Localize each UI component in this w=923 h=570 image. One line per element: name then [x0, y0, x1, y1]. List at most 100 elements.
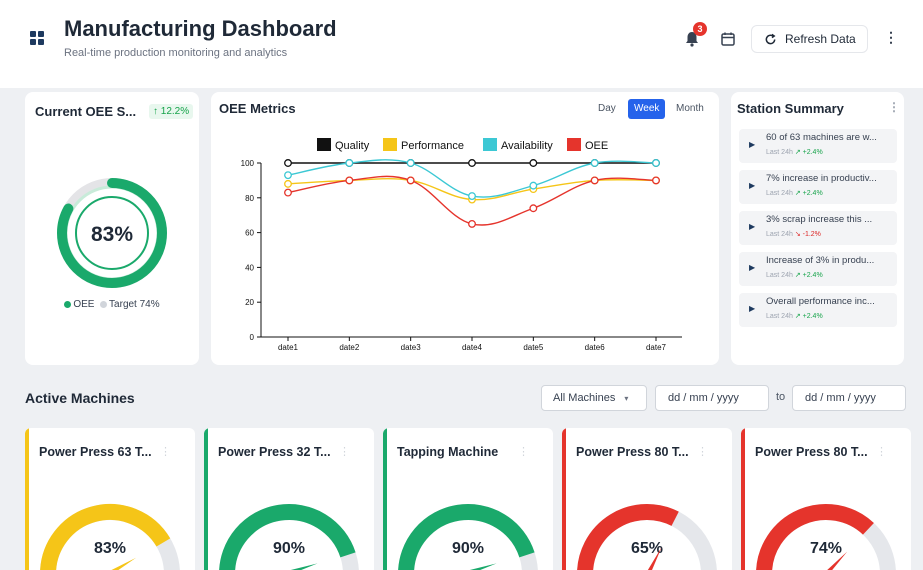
gauge-value-label: 74%: [810, 540, 842, 557]
oee-value-text: 83%: [91, 223, 133, 246]
oee-data-point: [652, 176, 660, 185]
oee-data-point: [284, 188, 292, 197]
gauge-needle: [290, 563, 318, 570]
page-subtitle: Real-time production monitoring and anal…: [64, 47, 288, 59]
availability-data-point: [406, 159, 415, 167]
machine-gauge: 65%: [577, 504, 717, 570]
machine-card[interactable]: Power Press 32 T... ⋮ 90%: [204, 428, 374, 570]
quality-legend-swatch: [317, 138, 331, 151]
date-to-input[interactable]: dd / mm / yyyy: [792, 385, 906, 411]
station-item-text: 7% increase in productiv...: [766, 173, 877, 184]
gauge-value-label: 83%: [94, 540, 126, 557]
machine-gauge: 83%: [40, 504, 180, 570]
page-title: Manufacturing Dashboard: [64, 16, 337, 41]
play-arrow-icon: ▶: [749, 181, 756, 190]
station-summary-item[interactable]: ▶ 3% scrap increase this ... Last 24h ↘ -1…: [739, 211, 897, 245]
machine-filter-select[interactable]: All Machines ▾: [541, 385, 647, 411]
machine-card[interactable]: Power Press 80 T... ⋮ 74%: [741, 428, 911, 570]
machine-more-icon[interactable]: ⋮: [876, 445, 887, 458]
header-more-icon[interactable]: ⋮: [884, 29, 898, 49]
oee-metrics-chart: 0 20 40 60 80 100 date1 date2 date3 date4 date5 dat…: [241, 138, 682, 352]
play-arrow-icon: ▶: [749, 304, 756, 313]
station-item-trend: ↗ +2.4%: [794, 190, 823, 197]
station-item-trend: ↗ +2.4%: [794, 313, 823, 320]
availability-legend-label: Availability: [501, 140, 553, 152]
refresh-data-label: Refresh Data: [785, 32, 856, 46]
machine-more-icon[interactable]: ⋮: [339, 445, 350, 458]
x-tick-label: date4: [462, 343, 483, 352]
oee-data-point: [406, 176, 415, 185]
station-summary-item[interactable]: ▶ 7% increase in productiv... Last 24h ↗ +…: [739, 170, 897, 204]
machine-name: Power Press 63 T...: [39, 445, 152, 459]
date-from-input[interactable]: dd / mm / yyyy: [655, 385, 769, 411]
station-more-icon[interactable]: ⋮: [888, 100, 900, 120]
oee-data-point: [590, 176, 599, 185]
y-tick-label: 80: [245, 194, 254, 203]
station-summary-item[interactable]: ▶ Increase of 3% in produ... Last 24h ↗ +2…: [739, 252, 897, 286]
current-oee-card: Current OEE S... ↑ 12.2% 83% OEE Target …: [25, 92, 199, 365]
x-tick-label: date3: [401, 343, 422, 352]
x-tick-label: date2: [339, 343, 360, 352]
play-arrow-icon: ▶: [749, 222, 756, 231]
station-item-trend: ↗ +2.4%: [794, 149, 823, 156]
quality-data-point: [284, 159, 292, 167]
x-tick-label: date6: [585, 343, 606, 352]
performance-data-point: [284, 179, 292, 188]
target-legend-label: Target 74%: [109, 299, 160, 310]
machine-more-icon[interactable]: ⋮: [697, 445, 708, 458]
gauge-value-label: 90%: [452, 540, 484, 557]
performance-legend-label: Performance: [401, 140, 464, 152]
machine-card[interactable]: Tapping Machine ⋮ 90%: [383, 428, 553, 570]
quality-data-point: [529, 159, 538, 167]
play-arrow-icon: ▶: [749, 263, 756, 272]
station-item-trend: ↘ -1.2%: [794, 231, 821, 238]
play-arrow-icon: ▶: [749, 140, 756, 149]
machine-name: Tapping Machine: [397, 445, 499, 459]
station-summary-title: Station Summary: [737, 101, 844, 116]
refresh-icon: [765, 33, 776, 44]
availability-data-point: [468, 192, 476, 201]
machine-gauge: 74%: [756, 504, 896, 570]
y-tick-label: 40: [245, 263, 254, 272]
quality-data-point: [468, 159, 476, 167]
machine-card[interactable]: Power Press 80 T... ⋮ 65%: [562, 428, 732, 570]
machine-gauge: 90%: [219, 504, 359, 570]
y-tick-label: 0: [250, 333, 255, 342]
gauge-value-label: 90%: [273, 540, 305, 557]
date-to-placeholder: dd / mm / yyyy: [805, 392, 876, 404]
station-item-period: Last 24h: [766, 149, 793, 156]
oee-legend-label: OEE: [585, 140, 608, 152]
station-item-text: Overall performance inc...: [766, 296, 875, 307]
oee-legend-swatch: [567, 138, 581, 151]
chevron-down-icon: ▾: [624, 394, 629, 403]
machine-more-icon[interactable]: ⋮: [518, 445, 529, 458]
machine-more-icon[interactable]: ⋮: [160, 445, 171, 458]
oee-data-point: [345, 176, 354, 185]
active-machines-title: Active Machines: [25, 390, 135, 406]
station-summary-item[interactable]: ▶ 60 of 63 machines are w... Last 24h ↗ +2…: [739, 129, 897, 163]
x-tick-label: date5: [523, 343, 544, 352]
calendar-icon[interactable]: [720, 31, 736, 47]
oee-data-point: [468, 219, 476, 228]
y-tick-label: 20: [245, 298, 254, 307]
availability-data-point: [652, 159, 660, 167]
station-item-period: Last 24h: [766, 272, 793, 279]
station-item-meta: Last 24h ↗ +2.4%: [766, 271, 823, 279]
quality-legend-label: Quality: [335, 140, 370, 152]
performance-legend-swatch: [383, 138, 397, 151]
availability-legend-swatch: [483, 138, 497, 151]
availability-data-point: [345, 159, 354, 167]
gauge-needle: [111, 557, 137, 570]
y-tick-label: 60: [245, 229, 254, 238]
oee-legend-dot: [64, 300, 72, 308]
machine-card[interactable]: Power Press 63 T... ⋮ 83%: [25, 428, 195, 570]
machine-gauge: 90%: [398, 504, 538, 570]
availability-data-point: [284, 171, 292, 180]
station-item-meta: Last 24h ↗ +2.4%: [766, 148, 823, 156]
refresh-data-button[interactable]: Refresh Data: [751, 25, 868, 53]
station-summary-item[interactable]: ▶ Overall performance inc... Last 24h ↗ +2…: [739, 293, 897, 327]
date-from-placeholder: dd / mm / yyyy: [668, 392, 739, 404]
station-item-trend: ↗ +2.4%: [794, 272, 823, 279]
machine-filter-value: All Machines: [553, 392, 616, 404]
oee-legend: OEE Target 74%: [25, 299, 199, 310]
